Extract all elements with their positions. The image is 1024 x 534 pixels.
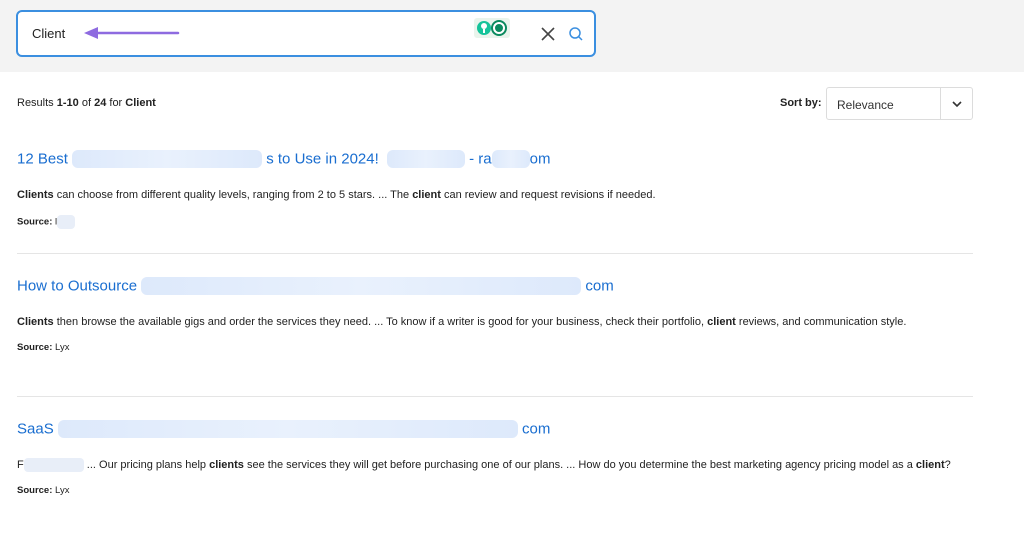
chevron-down-icon[interactable] <box>949 96 965 112</box>
redacted-text <box>386 150 465 169</box>
result-title-text[interactable]: s to Use in 2024! <box>266 151 379 168</box>
redacted-text <box>57 420 518 439</box>
search-header: Client <box>0 0 1024 72</box>
result-title-link[interactable]: 12 Best s to Use in 2024! - ra om <box>17 150 973 170</box>
result-title-link[interactable]: SaaS com <box>17 420 973 440</box>
sort-value: Relevance <box>837 98 894 112</box>
source-value: Lyx <box>55 485 70 496</box>
sort-label: Sort by: <box>780 97 822 109</box>
source-label: Source: <box>17 485 53 496</box>
snippet-bold: client <box>707 316 736 328</box>
redacted-text <box>72 150 263 169</box>
search-icon[interactable] <box>566 24 586 44</box>
search-query-text[interactable]: Client <box>32 26 65 41</box>
result-source: Source: Lyx <box>17 485 973 496</box>
result-title-text[interactable]: How to Outsource <box>17 278 137 295</box>
redacted-text <box>491 150 530 169</box>
result-source: Source: l <box>17 215 973 229</box>
result-item: How to Outsource com Clients then browse… <box>17 277 973 353</box>
snippet-text: F <box>17 459 24 471</box>
snippet-text: can choose from different quality levels… <box>53 189 413 201</box>
result-title-link[interactable]: How to Outsource com <box>17 277 973 297</box>
results-term: Client <box>125 97 156 109</box>
result-source: Source: Lyx <box>17 342 973 353</box>
snippet-bold: client <box>412 189 441 201</box>
result-title-text[interactable]: com <box>585 278 613 295</box>
snippet-text: see the services they will get before pu… <box>243 459 916 471</box>
result-snippet: Clients can choose from different qualit… <box>17 187 973 204</box>
snippet-bold: Clients <box>17 189 54 201</box>
snippet-text: ... Our pricing plans help <box>83 459 210 471</box>
snippet-text: ? <box>944 459 951 471</box>
results-prefix: Results <box>17 97 57 109</box>
search-input[interactable]: Client <box>16 10 596 57</box>
arrow-left-icon <box>84 27 180 39</box>
close-icon[interactable] <box>538 24 558 44</box>
snippet-text: reviews, and communication style. <box>735 316 907 328</box>
result-title-text[interactable]: om <box>530 151 551 168</box>
result-title-text[interactable]: SaaS <box>17 421 54 438</box>
grammar-extension-icon[interactable] <box>474 18 510 38</box>
result-title-text[interactable]: com <box>522 421 550 438</box>
sort-divider <box>940 88 941 119</box>
redacted-text <box>57 215 76 229</box>
results-for: for <box>106 97 126 109</box>
result-snippet: F ... Our pricing plans help clients see… <box>17 457 973 474</box>
result-title-text[interactable]: - ra <box>469 151 492 168</box>
snippet-bold: clients <box>209 459 244 471</box>
snippet-bold: client <box>915 459 945 471</box>
result-item: SaaS com F ... Our pricing plans help cl… <box>17 420 973 496</box>
redacted-text <box>23 458 84 473</box>
source-label: Source: <box>17 342 53 353</box>
sort-select[interactable]: Relevance <box>826 87 973 120</box>
result-divider <box>17 253 973 254</box>
snippet-text: can review and request revisions if need… <box>440 189 656 201</box>
snippet-text: then browse the available gigs and order… <box>53 316 708 328</box>
result-snippet: Clients then browse the available gigs a… <box>17 314 973 331</box>
result-item: 12 Best s to Use in 2024! - ra om Clients… <box>17 150 973 229</box>
results-of: of <box>78 97 95 109</box>
results-range: 1-10 <box>56 97 79 109</box>
redacted-text <box>141 277 582 296</box>
source-value: Lyx <box>55 342 70 353</box>
results-total: 24 <box>94 97 107 109</box>
result-title-text[interactable]: 12 Best <box>17 151 68 168</box>
results-summary: Results 1-10 of 24 for Client <box>17 97 156 109</box>
snippet-bold: Clients <box>17 316 54 328</box>
source-label: Source: <box>17 216 53 228</box>
result-divider <box>17 396 973 397</box>
